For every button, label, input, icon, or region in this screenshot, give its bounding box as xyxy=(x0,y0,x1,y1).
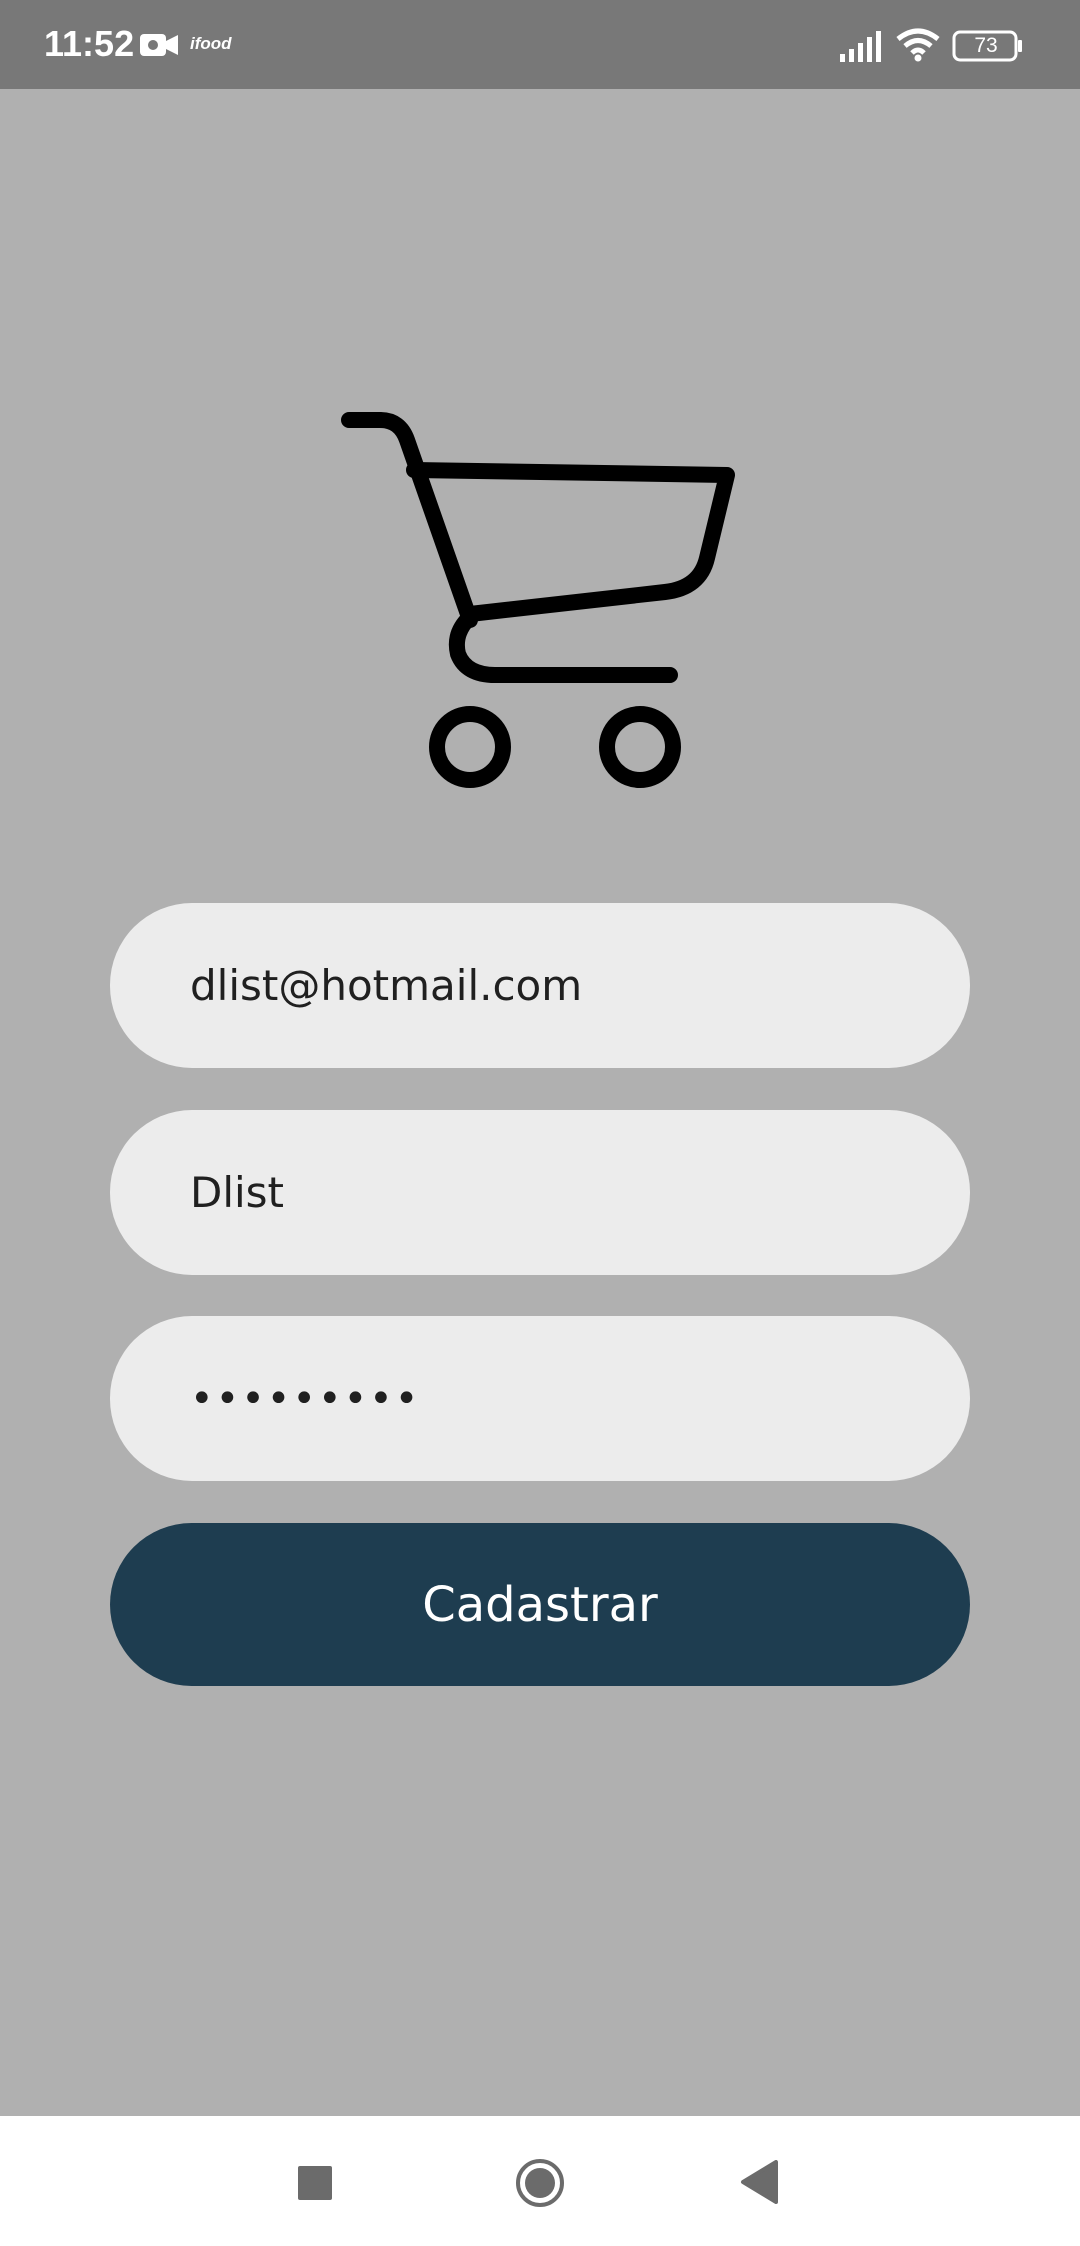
battery-level: 73 xyxy=(974,34,998,57)
register-button[interactable]: Cadastrar xyxy=(110,1523,970,1686)
wifi-icon xyxy=(896,28,940,62)
signal-icon xyxy=(840,31,881,62)
email-input[interactable] xyxy=(190,903,890,1068)
status-time: 11:52 xyxy=(44,23,135,64)
home-icon[interactable] xyxy=(514,2157,566,2209)
status-icons: 73 xyxy=(840,0,1080,89)
back-icon[interactable] xyxy=(740,2160,780,2204)
password-field[interactable] xyxy=(110,1316,970,1481)
password-input[interactable] xyxy=(190,1316,890,1481)
shopping-cart-icon xyxy=(341,412,735,788)
name-input[interactable] xyxy=(190,1110,890,1275)
app-notification-indicator: ifood xyxy=(190,34,232,53)
email-field[interactable] xyxy=(110,903,970,1068)
recent-apps-icon[interactable] xyxy=(298,2166,332,2200)
name-field[interactable] xyxy=(110,1110,970,1275)
video-camera-icon xyxy=(140,34,178,56)
status-bar: 11:52 ifood 73 xyxy=(0,0,1080,89)
